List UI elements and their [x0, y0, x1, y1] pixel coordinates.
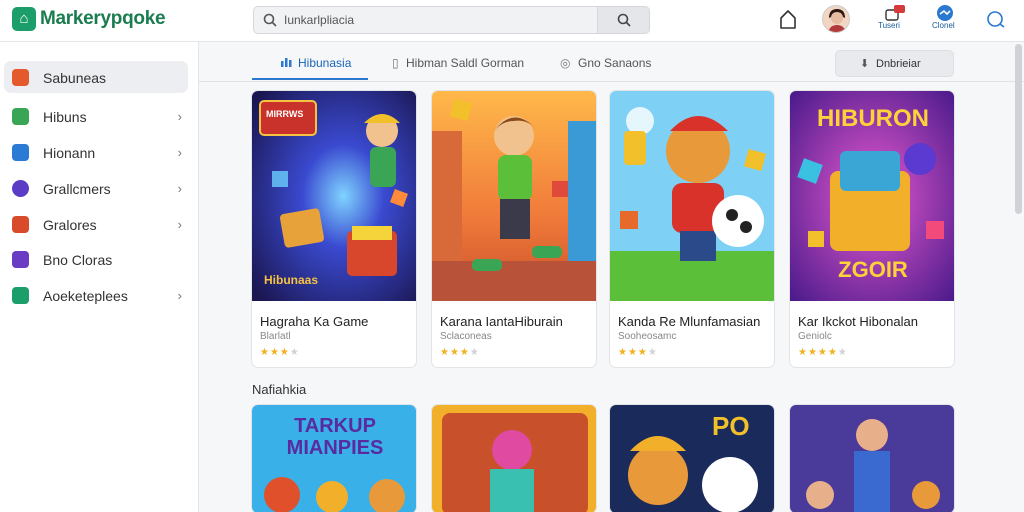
inbox-label: Tuseri: [878, 21, 900, 30]
chevron-right-icon: ›: [177, 217, 182, 232]
tab-chart-icon: [281, 58, 292, 67]
game-card[interactable]: MIRRWS Hibunaas Hagraha Ka Game Blarlatl…: [251, 90, 417, 368]
search-submit-icon: [617, 13, 631, 27]
card-title: Kar Ikckot Hibonalan: [798, 314, 918, 329]
game-thumbnail: HIBURON ZGOIR: [790, 91, 954, 301]
card-subtitle: Sooheosamc: [618, 331, 677, 342]
messages-icon[interactable]: [934, 4, 956, 22]
avatar[interactable]: [822, 5, 850, 33]
store-icon: [12, 287, 29, 304]
game-thumbnail: [610, 91, 774, 301]
art-bottom-text: Hibunaas: [264, 273, 319, 287]
section-heading: Nafiahkia: [252, 382, 307, 397]
sidebar-item-label: Hionann: [43, 145, 96, 161]
puzzle-icon: [12, 108, 29, 125]
chat-icon[interactable]: [982, 6, 1010, 34]
art-bottom-text: ZGOIR: [838, 257, 908, 282]
sidebar-item-label: Grallcmers: [43, 181, 111, 197]
game-card[interactable]: TARKUP MIANPIES: [251, 404, 417, 512]
sidebar-item-label: Hibuns: [43, 109, 87, 125]
game-card[interactable]: HIBURON ZGOIR Kar Ikckot Hibonalan Genio…: [789, 90, 955, 368]
card-subtitle: Geniolc: [798, 331, 832, 342]
grid-icon: [12, 69, 29, 86]
sidebar-item-hibuns[interactable]: Hibuns ›: [4, 100, 188, 132]
sidebar-item-sabuneas[interactable]: Sabuneas: [4, 61, 188, 93]
art-title-text: TARKUP MIANPIES: [286, 415, 384, 459]
active-tab-indicator: [252, 78, 368, 80]
art-title-text: MIRRWS: [266, 109, 304, 119]
tab-hibman-saldl-gorman[interactable]: Hibman Saldl Gorman: [406, 56, 524, 70]
game-thumbnail: MIRRWS Hibunaas: [252, 91, 416, 301]
game-card[interactable]: [431, 404, 597, 512]
sidebar-item-label: Aoeketeplees: [43, 288, 128, 304]
tab-doc-icon: ▯: [392, 56, 399, 70]
card-title: Kanda Re Mlunfamasian: [618, 314, 761, 329]
star-rating: ★★★★: [618, 347, 658, 358]
art-title-text: PO: [712, 411, 750, 441]
chevron-right-icon: ›: [177, 288, 182, 303]
search-bar[interactable]: Iunkarlpliacia: [253, 6, 650, 34]
game-thumbnail: [432, 405, 596, 512]
search-input[interactable]: Iunkarlpliacia: [284, 13, 354, 27]
sidebar-item-gralores[interactable]: Gralores ›: [4, 208, 188, 240]
star-rating: ★★★★★: [798, 347, 848, 358]
sidebar-item-label: Bno Cloras: [43, 252, 113, 268]
game-card[interactable]: PO: [609, 404, 775, 512]
sidebar-item-aoeketeplees[interactable]: Aoeketeplees ›: [4, 279, 188, 311]
download-button[interactable]: ⬇ Dnbrieiar: [835, 50, 954, 77]
sidebar-item-label: Gralores: [43, 217, 97, 233]
card-subtitle: Sclaconeas: [440, 331, 492, 342]
card-title: Hagraha Ka Game: [260, 314, 369, 329]
download-icon: ⬇: [860, 58, 870, 70]
chevron-right-icon: ›: [177, 109, 182, 124]
chevron-right-icon: ›: [177, 181, 182, 196]
sidebar: Sabuneas Hibuns › Hionann › Grallcmers ›…: [0, 42, 199, 512]
chevron-right-icon: ›: [177, 145, 182, 160]
search-button[interactable]: [597, 7, 649, 33]
chart-icon: [12, 144, 29, 161]
star-rating: ★★★★: [260, 347, 300, 358]
game-thumbnail: [432, 91, 596, 301]
scrollbar[interactable]: [1015, 44, 1022, 214]
sidebar-item-hionann[interactable]: Hionann ›: [4, 136, 188, 168]
star-icon: [12, 251, 29, 268]
game-thumbnail: [790, 405, 954, 512]
star-rating: ★★★★: [440, 347, 480, 358]
game-thumbnail: [610, 405, 774, 512]
gamepad-icon: [12, 180, 29, 197]
tab-globe-icon: ◎: [560, 56, 571, 70]
app-logo-icon[interactable]: ⌂: [12, 7, 36, 31]
card-title: Karana IantaHiburain: [440, 314, 563, 329]
sidebar-item-bno-cloras[interactable]: Bno Cloras: [4, 243, 188, 275]
sidebar-item-grallcmers[interactable]: Grallcmers ›: [4, 172, 188, 204]
search-icon: [263, 13, 277, 27]
app-logo-text[interactable]: Markerypqoke: [40, 8, 166, 30]
game-card[interactable]: Karana IantaHiburain Sclaconeas ★★★★: [431, 90, 597, 368]
art-title-text: HIBURON: [817, 105, 929, 132]
top-header: ⌂ Markerypqoke Iunkarlpliacia Tuseri Clo…: [0, 0, 1024, 42]
sidebar-item-label: Sabuneas: [43, 70, 107, 86]
messages-label: Clonel: [932, 21, 955, 30]
cube-icon: [12, 216, 29, 233]
game-card[interactable]: Kanda Re Mlunfamasian Sooheosamc ★★★★: [609, 90, 775, 368]
game-card[interactable]: [789, 404, 955, 512]
tab-gno-sanaons[interactable]: Gno Sanaons: [578, 56, 651, 70]
tab-hibunasia[interactable]: Hibunasia: [298, 56, 351, 70]
card-subtitle: Blarlatl: [260, 331, 291, 342]
notification-bell-icon[interactable]: [774, 6, 802, 34]
